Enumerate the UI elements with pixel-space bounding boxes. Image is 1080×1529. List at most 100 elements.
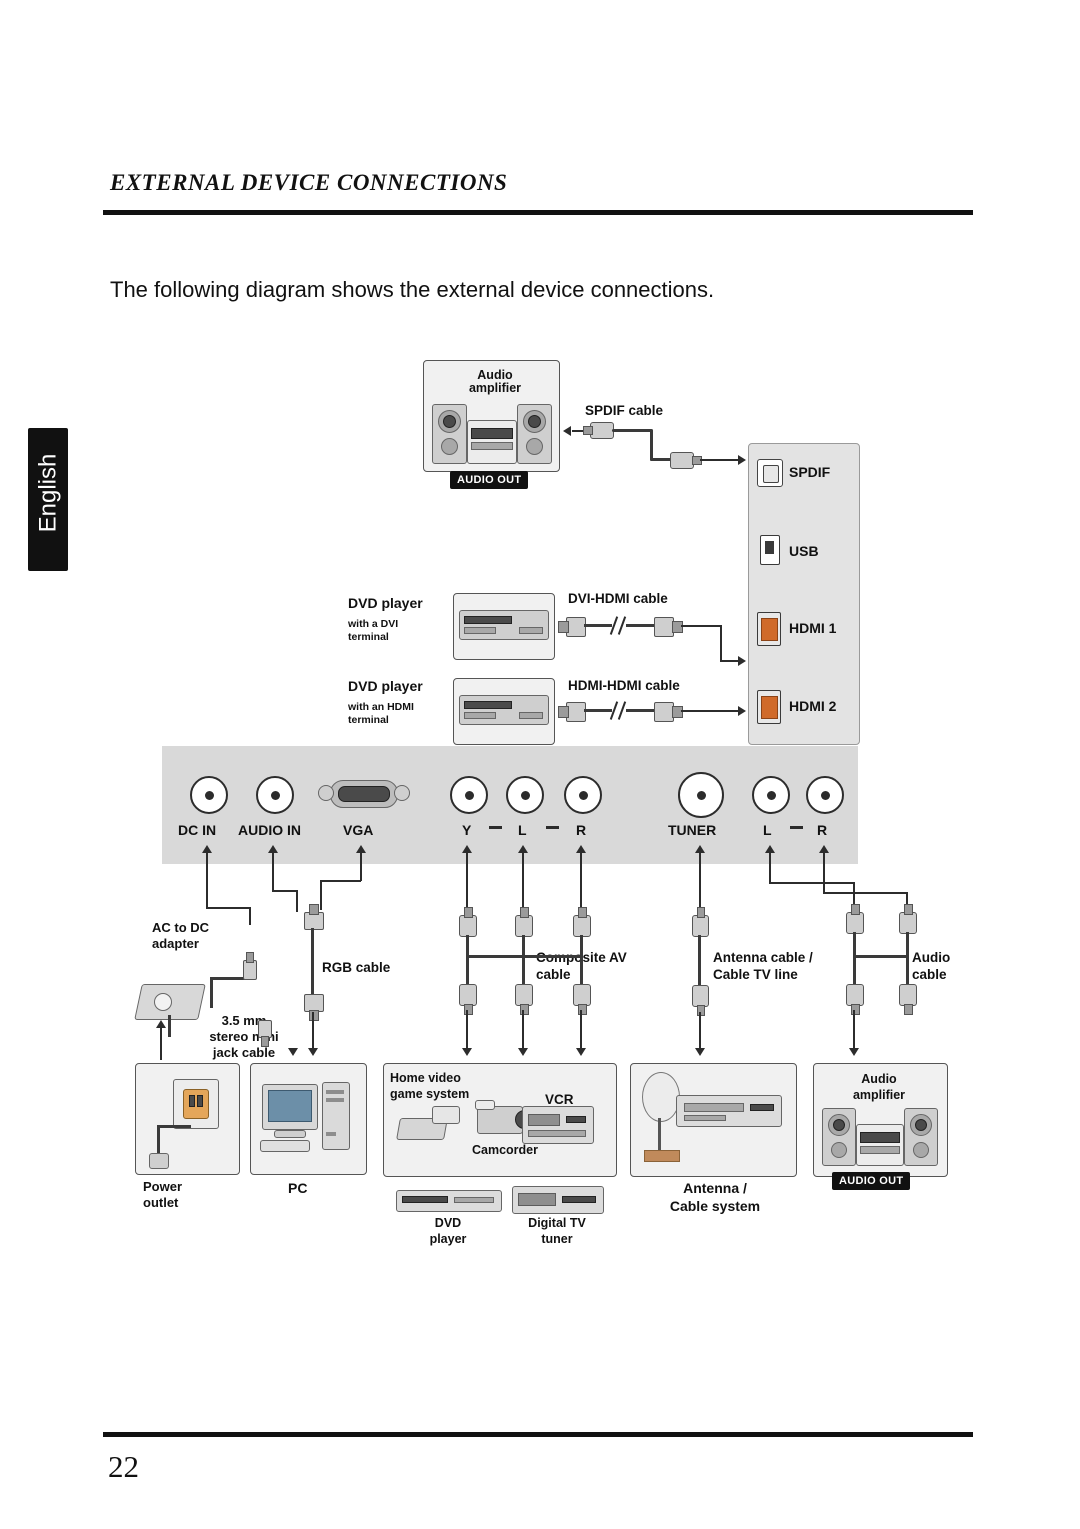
usb-port-label: USB [789, 543, 819, 559]
composite-wire-y [466, 935, 469, 957]
antenna-cable-wire [698, 935, 701, 987]
dvd-hdmi-sub1: with an HDMI [348, 701, 414, 713]
audio-in-line-h [272, 890, 297, 892]
audio-amplifier-bottom-art [818, 1104, 942, 1170]
hdmi-hdmi-break-2 [617, 701, 626, 720]
hdmi-hdmi-arrow [738, 706, 746, 716]
dvd-player-bottom-line2: player [429, 1232, 467, 1246]
vga-port [318, 778, 410, 808]
composite-wire-l [522, 935, 525, 957]
audio-out-chip-top: AUDIO OUT [450, 471, 529, 489]
spdif-port-label: SPDIF [789, 464, 831, 480]
audio-cable-wire-r [906, 932, 909, 957]
ac-adapter-cord-right [210, 978, 213, 1008]
dvd-dvi-title: DVD player [348, 595, 423, 611]
dvi-hdmi-wire-2 [626, 624, 654, 627]
connection-diagram: Audio amplifier AUDIO OUT SPDIF cable SP… [0, 0, 1080, 1529]
composite-r-jack [564, 776, 602, 814]
vga-line-drop [320, 880, 322, 910]
dc-in-line-v [206, 853, 208, 908]
pc-art [258, 1080, 358, 1160]
audio-r-arrow [819, 845, 829, 853]
ac-adapter-line2: adapter [152, 936, 199, 951]
dc-in-line-drop [249, 907, 251, 925]
panel-label-r-1: R [576, 822, 587, 838]
composite-r-arrow [576, 845, 586, 853]
antenna-cable-line2: Cable TV line [713, 967, 798, 982]
audio-cable-line2: cable [912, 967, 947, 982]
mini-jack-line3: jack cable [212, 1045, 276, 1060]
composite-wire-r2 [580, 958, 583, 986]
composite-l-line [522, 853, 524, 913]
digital-tv-tuner-art [512, 1186, 604, 1214]
audio-amplifier-bottom-line2: amplifier [852, 1088, 906, 1102]
home-video-line2: game system [390, 1087, 470, 1101]
cable-box-art [676, 1095, 784, 1137]
hdmi-hdmi-lead [681, 710, 738, 712]
digital-tv-tuner-line1: Digital TV [528, 1216, 586, 1230]
composite-l-down-arrow [518, 1048, 528, 1056]
composite-y-jack [450, 776, 488, 814]
power-outlet-line2: outlet [143, 1195, 179, 1210]
panel-label-r-2: R [817, 822, 828, 838]
audio-amplifier-bottom-line1: Audio [861, 1072, 897, 1086]
hdmi-hdmi-wire-2 [626, 709, 654, 712]
hdmi-hdmi-cable-label: HDMI-HDMI cable [568, 678, 680, 693]
antenna-cable-line1: Antenna cable / [713, 950, 813, 965]
hdmi1-port-label: HDMI 1 [789, 620, 837, 636]
dc-in-arrow [202, 845, 212, 853]
spdif-cable-segment-2 [700, 459, 738, 461]
dvi-hdmi-arrow [738, 656, 746, 666]
audio-r-jack [806, 776, 844, 814]
tuner-arrow [695, 845, 705, 853]
audio-amplifier-top-label-line2: amplifier [468, 381, 522, 395]
composite-wire-y2 [466, 958, 469, 986]
panel-label-y: Y [462, 822, 472, 838]
power-outlet-art [145, 1075, 229, 1169]
audio-cable-line1: Audio [912, 950, 951, 965]
dvi-hdmi-lead [681, 625, 721, 627]
dvi-hdmi-wire-1 [584, 624, 612, 627]
audio-l-jack [752, 776, 790, 814]
usb-port-icon [760, 535, 780, 565]
spdif-cable-arrow-right [738, 455, 746, 465]
antenna-system-line1: Antenna / [683, 1180, 747, 1196]
composite-r-down-arrow [576, 1048, 586, 1056]
rgb-cable-wire [311, 928, 314, 994]
hdmi-hdmi-wire-1 [584, 709, 612, 712]
composite-y-arrow [462, 845, 472, 853]
dvd-hdmi-sub2: terminal [348, 714, 389, 726]
panel-label-dc-in: DC IN [178, 822, 217, 838]
dvd-player-bottom-art [396, 1190, 502, 1212]
composite-wire-l2 [522, 958, 525, 986]
audio-cable-down-arrow [849, 1048, 859, 1056]
vga-arrow [356, 845, 366, 853]
dvi-hdmi-drop [720, 625, 722, 661]
panel-label-vga: VGA [343, 822, 374, 838]
game-system-art [396, 1104, 464, 1144]
digital-tv-tuner-line2: tuner [541, 1232, 573, 1246]
power-outlet-line1: Power [143, 1179, 183, 1194]
manual-page: EXTERNAL DEVICE CONNECTIONS The followin… [0, 0, 1080, 1529]
panel-label-l-1: L [518, 822, 527, 838]
dvd-hdmi-art [459, 689, 549, 733]
audio-cable-wire-l2 [853, 958, 856, 986]
audio-l-arrow [765, 845, 775, 853]
audio-cable-bundle [853, 955, 909, 958]
composite-y-line [466, 853, 468, 913]
audio-in-arrow [268, 845, 278, 853]
rgb-cable-label: RGB cable [322, 960, 391, 975]
audio-in-jack [256, 776, 294, 814]
tuner-jack [678, 772, 724, 818]
dc-in-line-h [206, 907, 250, 909]
mini-jack-line1: 3.5 mm [221, 1013, 267, 1028]
audio-out-chip-bottom: AUDIO OUT [832, 1172, 911, 1190]
audio-amplifier-top-art [428, 398, 554, 466]
hdmi2-port-label: HDMI 2 [789, 698, 837, 714]
panel-dash-3 [790, 826, 803, 829]
composite-wire-r [580, 935, 583, 957]
dvd-dvi-art [459, 604, 549, 648]
dvd-dvi-sub1: with a DVI [348, 618, 399, 630]
hdmi2-port-icon [757, 690, 781, 724]
ac-adapter-line1: AC to DC [152, 920, 210, 935]
